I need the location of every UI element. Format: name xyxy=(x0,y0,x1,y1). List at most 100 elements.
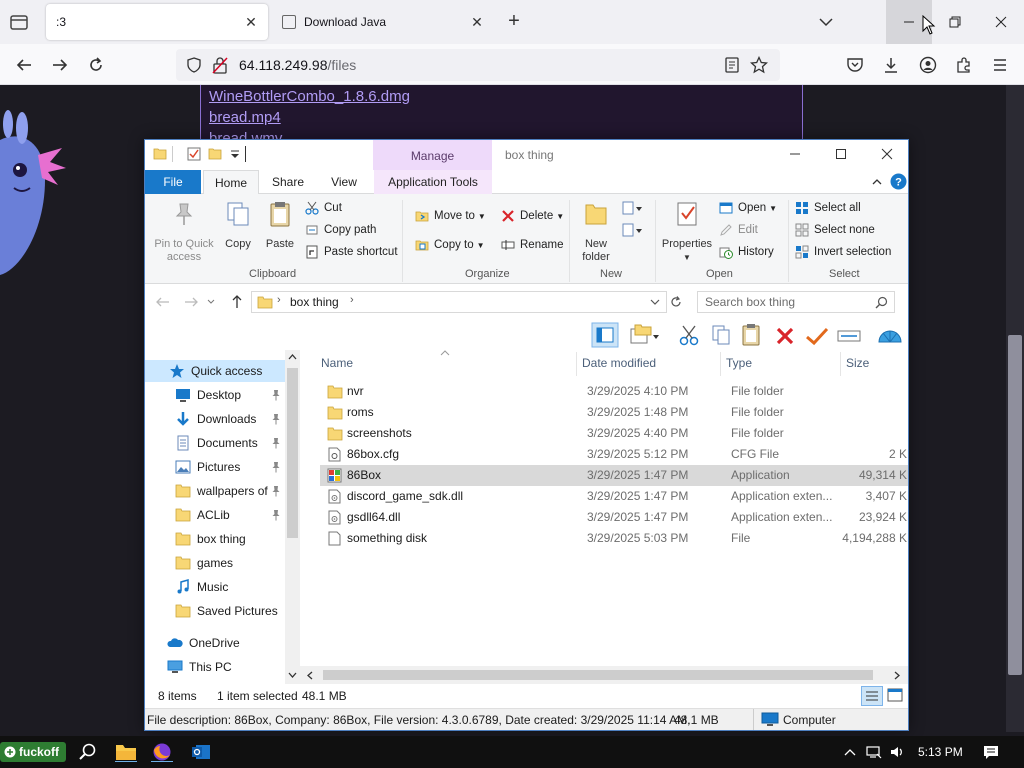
select-none-button[interactable]: Select none xyxy=(795,220,875,240)
help-icon[interactable]: ? xyxy=(890,173,907,190)
paste-button[interactable]: Paste xyxy=(261,200,299,251)
file-row[interactable]: 86box.cfg 3/29/2025 5:12 PM CFG File 2 KB xyxy=(320,444,908,465)
nav-item-saved-pictures[interactable]: Saved Pictures xyxy=(145,600,285,622)
tab-share[interactable]: Share xyxy=(263,170,313,194)
file-row[interactable]: gsdll64.dll 3/29/2025 1:47 PM Application … xyxy=(320,507,908,528)
up-arrow-icon[interactable] xyxy=(230,294,244,310)
pocket-icon[interactable] xyxy=(843,53,867,77)
column-divider[interactable] xyxy=(720,352,721,376)
nav-item-documents[interactable]: Documents xyxy=(145,432,285,454)
move-to-button[interactable]: Move to ▼ xyxy=(415,206,486,226)
address-dropdown-icon[interactable] xyxy=(650,298,660,306)
explorer-maximize-button[interactable] xyxy=(818,140,864,168)
layout-icon[interactable] xyxy=(629,323,659,347)
copy-button[interactable]: Copy xyxy=(221,200,255,251)
shield-icon[interactable] xyxy=(186,57,202,73)
nav-item-games[interactable]: games xyxy=(145,552,285,574)
nav-item-downloads[interactable]: Downloads xyxy=(145,408,285,430)
list-all-tabs-icon[interactable] xyxy=(8,11,30,33)
file-link[interactable]: WineBottlerCombo_1.8.6.dmg xyxy=(209,88,410,105)
breadcrumb[interactable]: box thing xyxy=(290,295,339,309)
file-row[interactable]: nvr 3/29/2025 4:10 PM File folder xyxy=(320,381,908,402)
clipboard-icon[interactable] xyxy=(741,323,761,347)
nav-item-onedrive[interactable]: OneDrive xyxy=(145,632,285,654)
file-row[interactable]: discord_game_sdk.dll 3/29/2025 1:47 PM App… xyxy=(320,486,908,507)
nav-item-box-thing[interactable]: box thing xyxy=(145,528,285,550)
nav-item-wallpapers-of[interactable]: wallpapers of xyxy=(145,480,285,502)
new-folder-icon[interactable] xyxy=(208,147,222,161)
chevron-down-icon[interactable] xyxy=(816,12,836,32)
manage-contextual-tab[interactable]: Manage xyxy=(373,140,492,170)
easy-access-icon[interactable] xyxy=(621,222,643,238)
network-icon[interactable] xyxy=(866,745,882,759)
refresh-icon[interactable] xyxy=(669,295,683,309)
action-center-icon[interactable] xyxy=(983,744,999,760)
file-row[interactable]: 86Box 3/29/2025 1:47 PM Application 49,314 … xyxy=(320,465,908,486)
firefox-icon[interactable] xyxy=(151,742,173,762)
delete-x-icon[interactable] xyxy=(775,326,795,346)
rename-field-icon[interactable] xyxy=(837,327,861,345)
search-icon[interactable] xyxy=(77,742,99,762)
scroll-right-icon[interactable] xyxy=(894,671,901,680)
column-header-date[interactable]: Date modified xyxy=(582,356,656,370)
clock[interactable]: 5:13 PM xyxy=(918,745,963,759)
explorer-minimize-button[interactable] xyxy=(772,140,818,168)
column-divider[interactable] xyxy=(840,352,841,376)
back-arrow-icon[interactable] xyxy=(155,295,171,309)
scroll-left-icon[interactable] xyxy=(306,671,313,680)
nav-item-pictures[interactable]: Pictures xyxy=(145,456,285,478)
account-icon[interactable] xyxy=(916,53,940,77)
checkmark-icon[interactable] xyxy=(805,326,829,346)
customize-qat-icon[interactable] xyxy=(228,147,242,161)
properties-icon[interactable] xyxy=(187,147,201,161)
pin-quick-access-button[interactable]: Pin to Quick access xyxy=(149,200,219,264)
new-tab-button[interactable]: + xyxy=(504,11,524,32)
page-scrollbar-thumb[interactable] xyxy=(1008,335,1022,675)
tab-application-tools[interactable]: Application Tools xyxy=(374,170,492,194)
nav-item-quick-access[interactable]: Quick access xyxy=(145,360,285,382)
copy-path-button[interactable]: Copy path xyxy=(305,220,376,240)
details-view-icon[interactable] xyxy=(861,686,883,706)
search-input[interactable]: Search box thing xyxy=(697,291,895,313)
recent-locations-icon[interactable] xyxy=(207,298,215,306)
address-box[interactable]: › box thing › xyxy=(251,291,667,313)
downloads-icon[interactable] xyxy=(879,53,903,77)
properties-button[interactable]: Properties ▼ xyxy=(659,200,715,264)
open-button[interactable]: Open ▼ xyxy=(719,198,777,218)
file-explorer-taskbar-icon[interactable] xyxy=(115,742,137,762)
file-row[interactable]: something disk 3/29/2025 5:03 PM File 4,194… xyxy=(320,528,908,549)
close-tab-icon[interactable]: ✕ xyxy=(468,13,486,31)
tab-current[interactable]: :3 ✕ xyxy=(46,4,268,40)
nav-item-aclib[interactable]: ACLib xyxy=(145,504,285,526)
column-header-name[interactable]: Name xyxy=(321,356,353,370)
new-folder-button[interactable]: New folder xyxy=(577,200,615,264)
horizontal-scrollbar-thumb[interactable] xyxy=(323,670,873,680)
forward-button[interactable] xyxy=(48,53,72,77)
collapse-ribbon-icon[interactable] xyxy=(871,176,883,188)
forward-arrow-icon[interactable] xyxy=(183,295,199,309)
reader-view-icon[interactable] xyxy=(724,57,740,73)
outlook-icon[interactable] xyxy=(190,742,212,762)
scroll-up-icon[interactable] xyxy=(288,353,297,360)
preview-pane-icon[interactable] xyxy=(591,322,619,348)
delete-button[interactable]: Delete ▼ xyxy=(501,206,564,226)
tab-file[interactable]: File xyxy=(145,170,201,194)
scissors-icon[interactable] xyxy=(679,324,699,346)
file-row[interactable]: roms 3/29/2025 1:48 PM File folder xyxy=(320,402,908,423)
start-button[interactable]: fuckoff xyxy=(0,742,66,762)
scroll-down-icon[interactable] xyxy=(288,672,297,679)
paste-shortcut-button[interactable]: Paste shortcut xyxy=(305,242,398,262)
history-button[interactable]: History xyxy=(719,242,774,262)
insecure-lock-icon[interactable] xyxy=(212,56,228,74)
close-tab-icon[interactable]: ✕ xyxy=(242,13,260,31)
close-window-button[interactable] xyxy=(978,0,1024,44)
reload-button[interactable] xyxy=(84,53,108,77)
shell-icon[interactable] xyxy=(877,324,903,346)
explorer-close-button[interactable] xyxy=(864,140,908,168)
column-divider[interactable] xyxy=(576,352,577,376)
bookmark-star-icon[interactable] xyxy=(750,56,768,74)
volume-icon[interactable] xyxy=(890,745,906,759)
extensions-icon[interactable] xyxy=(952,53,976,77)
file-row[interactable]: screenshots 3/29/2025 4:40 PM File folder xyxy=(320,423,908,444)
copy-to-button[interactable]: Copy to ▼ xyxy=(415,235,485,255)
